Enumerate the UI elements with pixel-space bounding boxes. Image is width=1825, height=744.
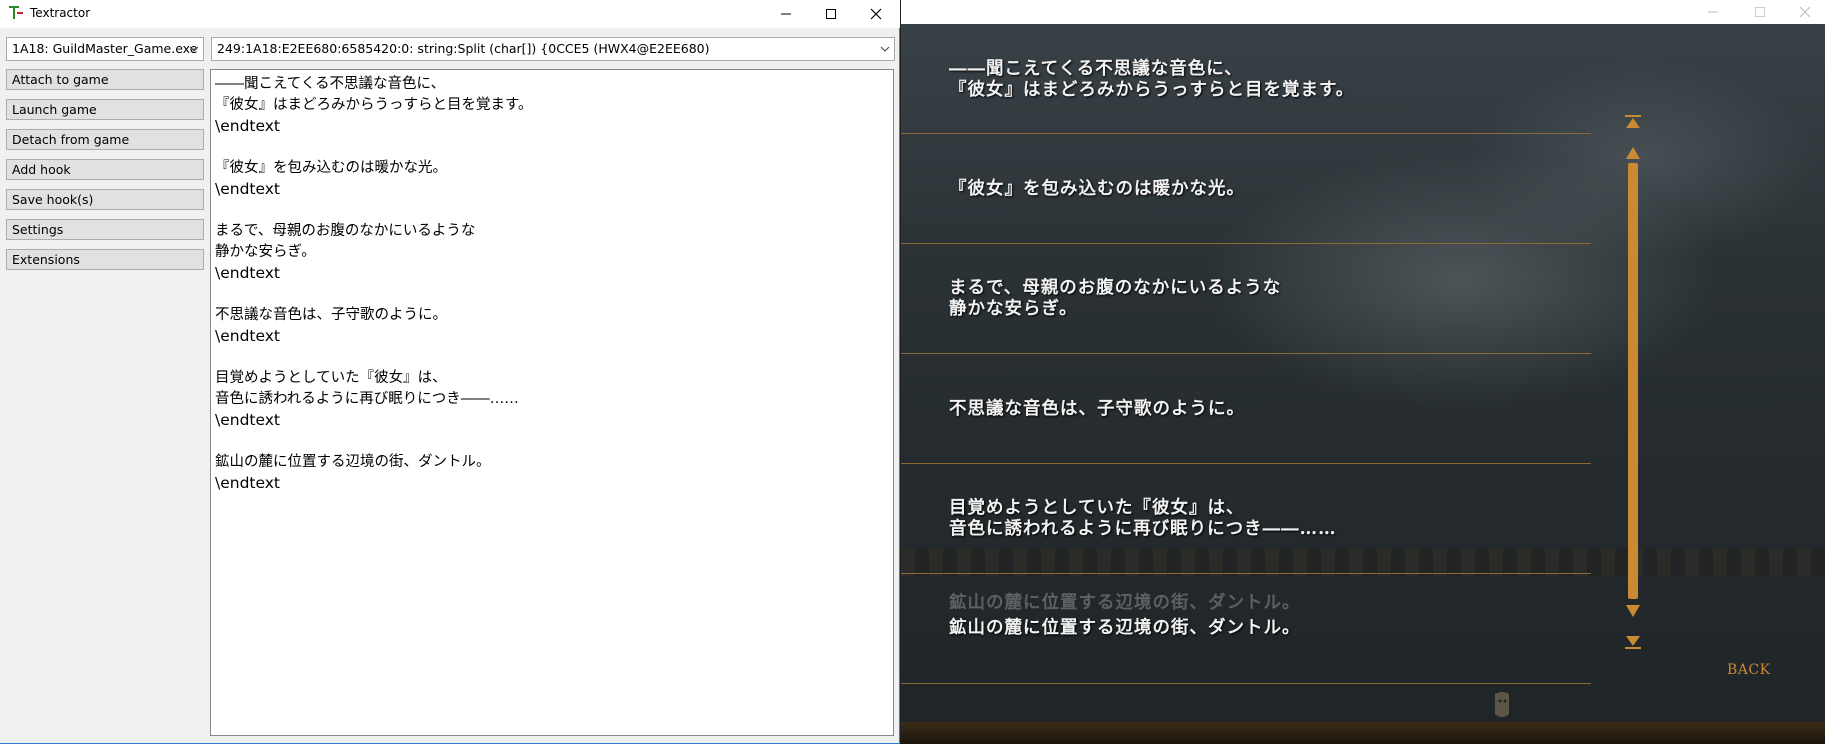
text-entry: まるで、母親のお腹のなかにいるような 静かな安らぎ。 [215,223,476,260]
faded-text-line: 鉱山の麓に位置する辺境の街、ダントル。 [949,593,1301,613]
backlog-separator [901,683,1591,684]
end-marker: \endtext [215,327,281,345]
backlog-separator [901,463,1591,464]
back-button[interactable]: BACK [1727,662,1771,678]
save-hooks-button[interactable]: Save hook(s) [6,189,204,210]
end-marker: \endtext [215,264,281,282]
minimize-icon[interactable] [1706,5,1720,19]
backlog-entry[interactable]: 鉱山の麓に位置する辺境の街、ダントル。 [949,618,1569,639]
end-marker: \endtext [215,180,281,198]
backlog-entry[interactable]: 『彼女』を包み込むのは暖かな光。 [949,179,1569,200]
backlog-entry[interactable]: まるで、母親のお腹のなかにいるような 静かな安らぎ。 [949,278,1569,320]
scroll-to-top-icon[interactable] [1624,115,1642,129]
close-icon [870,8,882,20]
chevron-down-icon [880,46,890,52]
minimize-button[interactable] [764,0,808,28]
text-entry: 目覚めようとしていた『彼女』は、 音色に誘われるように再び眠りにつき――…… [215,370,519,407]
process-dropdown[interactable]: 1A18: GuildMaster_Game.exe [6,37,204,61]
hook-dropdown-value: 249:1A18:E2EE680:6585420:0: string:Split… [217,41,710,56]
text-entry: 『彼女』を包み込むのは暖かな光。 [215,160,447,176]
ornament-band [901,548,1825,576]
text-entry: 鉱山の麓に位置する辺境の街、ダントル。 [215,454,491,470]
scroll-up-icon[interactable] [1624,146,1642,160]
backlog-entry[interactable]: ――聞こえてくる不思議な音色に、 『彼女』はまどろみからうっすらと目を覚ます。 [949,59,1569,101]
emblem-icon [1495,692,1509,717]
backlog-entry[interactable]: 不思議な音色は、子守歌のように。 [949,399,1569,420]
end-marker: \endtext [215,474,281,492]
window-title: Textractor [30,6,91,20]
game-window: ――聞こえてくる不思議な音色に、 『彼女』はまどろみからうっすらと目を覚ます。 … [901,0,1825,744]
maximize-icon[interactable] [1753,5,1767,19]
scroll-to-bottom-icon[interactable] [1624,635,1642,649]
text-entry: 不思議な音色は、子守歌のように。 [215,307,447,323]
end-marker: \endtext [215,411,281,429]
scrollbar-track[interactable] [1628,163,1638,599]
backlog-separator [901,243,1591,244]
text-output-area[interactable]: ――聞こえてくる不思議な音色に、 『彼女』はまどろみからうっすらと目を覚ます。 … [210,69,894,736]
process-dropdown-value: 1A18: GuildMaster_Game.exe [12,41,198,56]
detach-from-game-button[interactable]: Detach from game [6,129,204,150]
backlog-entry[interactable]: 目覚めようとしていた『彼女』は、 音色に誘われるように再び眠りにつき――…… [949,498,1569,540]
add-hook-button[interactable]: Add hook [6,159,204,180]
title-bar: Textractor [0,0,900,28]
textractor-logo-icon [9,6,23,19]
backlog-separator [901,133,1591,134]
chevron-down-icon [189,46,199,52]
hook-dropdown[interactable]: 249:1A18:E2EE680:6585420:0: string:Split… [211,37,895,61]
minimize-icon [781,13,791,15]
close-icon[interactable] [1798,5,1812,19]
backlog-separator [901,353,1591,354]
textractor-window: Textractor 1A18: GuildMaster_Game.exe 24… [0,0,900,744]
maximize-icon [826,9,836,19]
text-entry: ――聞こえてくる不思議な音色に、 『彼女』はまどろみからうっすらと目を覚ます。 [215,76,533,113]
backlog-separator [901,573,1591,574]
settings-button[interactable]: Settings [6,219,204,240]
scroll-down-icon[interactable] [1624,604,1642,618]
attach-to-game-button[interactable]: Attach to game [6,69,204,90]
maximize-button[interactable] [809,0,853,28]
end-marker: \endtext [215,117,281,135]
extensions-button[interactable]: Extensions [6,249,204,270]
game-title-bar [901,0,1825,24]
close-button[interactable] [854,0,898,28]
launch-game-button[interactable]: Launch game [6,99,204,120]
bottom-frame [901,722,1825,744]
